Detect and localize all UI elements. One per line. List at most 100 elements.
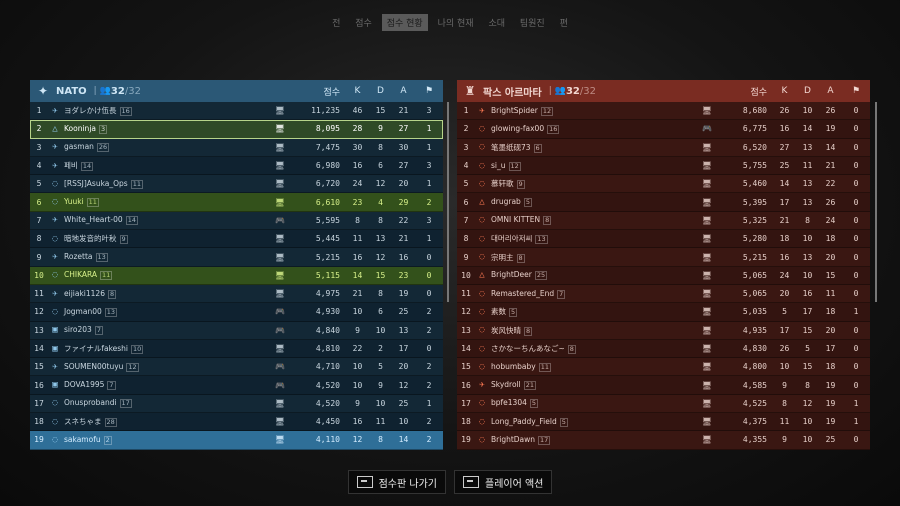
deaths-value: 15 [375,270,386,280]
assists-value: 13 [398,325,409,335]
kills-value: 14 [352,270,363,280]
player-row[interactable]: 5 ◌ 慕轩歌 9 🖥 5,460 14 13 22 0 [457,175,870,194]
exit-scoreboard-label: 점수판 나가기 [378,478,437,490]
rank-badge: 5 [509,308,518,318]
deaths-value: 11 [802,161,813,171]
player-row[interactable]: 9 ✈ Rozetta 13 🖥 5,215 16 12 16 0 [30,248,443,267]
player-row[interactable]: 9 ◌ 宗明主 8 🖥 5,215 16 13 20 0 [457,248,870,267]
deaths-value: 15 [802,362,813,372]
rank-number: 18 [461,417,471,427]
tab-0[interactable]: 전 [327,14,345,31]
exit-scoreboard-button[interactable]: 점수판 나가기 [347,470,446,494]
player-row[interactable]: 6 △ drugrab 5 🖥 5,395 17 13 26 0 [457,193,870,212]
player-row[interactable]: 10 △ BrightDeer 25 🖥 5,065 24 10 15 0 [457,266,870,285]
rank-number: 5 [463,179,469,189]
tab-5[interactable]: 팀원진 [515,14,550,31]
rank-number: 12 [461,307,471,317]
kills-value: 9 [355,325,360,335]
class-icon: ◌ [479,325,485,336]
player-row[interactable]: 7 ◌ OMNI KITTEN 8 🖥 5,325 21 8 24 0 [457,211,870,231]
player-name-cell: Skydroll 21 [489,380,697,391]
player-row[interactable]: 13 ◌ 炭风快晴 8 🖥 4,935 17 15 20 0 [457,321,870,340]
player-row[interactable]: 6 ◌ Yuuki 11 🖥 6,610 23 4 29 2 [30,193,443,212]
player-row[interactable]: 8 ◌ 대머리아저씨 13 🖥 5,280 18 10 18 0 [457,230,870,249]
player-row[interactable]: 3 ◌ 笔墨纸砚73 6 🖥 6,520 27 13 14 0 [457,138,870,157]
nato-scrollbar[interactable] [447,102,449,302]
class-icon: △ [52,123,58,134]
deaths-value: 10 [802,417,813,427]
player-row[interactable]: 19 ◌ sakamofu 2 🖥 4,110 12 8 14 2 [30,431,443,450]
rank-badge: 7 [107,381,116,391]
player-name-cell: 炭风快晴 8 [489,325,697,336]
pax-scrollbar[interactable] [875,102,877,302]
player-row[interactable]: 7 ✈ White_Heart-00 14 🎮 5,595 8 8 22 3 [30,211,443,231]
tab-6[interactable]: 편 [555,14,573,31]
player-name: glowing-fax00 [491,123,545,133]
kills-value: 28 [352,124,363,134]
player-row[interactable]: 12 ◌ 素数 5 🖥 5,035 5 17 18 1 [457,303,870,322]
rank-number: 13 [34,325,44,335]
player-row[interactable]: 15 ◌ hobumbaby 11 🖥 4,800 10 15 18 0 [457,358,870,377]
pc-icon: 🖥 [701,325,713,335]
player-name-cell: SOUMEN00tuyu 12 [62,362,270,372]
player-row[interactable]: 18 ◌ Long_Paddy_Field 5 🖥 4,375 11 10 19 1 [457,413,870,432]
pc-icon: 🖥 [274,270,286,280]
player-name: Onusprobandi [64,398,117,408]
player-row[interactable]: 14 ▣ ファイナルfakeshi 10 🖥 4,810 22 2 17 0 [30,339,443,359]
tab-3[interactable]: 나의 현재 [433,14,479,31]
class-icon: ◌ [479,178,485,189]
player-row[interactable]: 16 ▣ DOVA1995 7 🎮 4,520 10 9 12 2 [30,376,443,395]
player-row[interactable]: 4 ◌ si_u 12 🖥 5,755 25 11 21 0 [457,156,870,176]
deaths-value: 6 [378,307,383,317]
player-row[interactable]: 4 ✈ 페비 14 🖥 6,980 16 6 27 3 [30,156,443,176]
player-row[interactable]: 19 ◌ BrightDawn 17 🖥 4,355 9 10 25 0 [457,431,870,450]
kills-value: 17 [779,197,790,207]
player-row[interactable]: 16 ✈ Skydroll 21 🖥 4,585 9 8 19 0 [457,376,870,395]
flags-value: 0 [853,142,859,152]
player-row[interactable]: 15 ✈ SOUMEN00tuyu 12 🎮 4,710 10 5 20 2 [30,358,443,377]
player-row[interactable]: 8 ◌ 暗地发音的叶秋 9 🖥 5,445 11 13 21 1 [30,230,443,249]
class-icon: ◌ [479,398,485,409]
player-row[interactable]: 18 ◌ スネちゃま 28 🖥 4,450 16 11 10 2 [30,413,443,432]
rank-badge: 8 [107,289,117,299]
pc-icon: 🖥 [701,142,713,152]
player-name-cell: OMNI KITTEN 8 [489,215,697,226]
score-value: 8,680 [742,106,767,116]
tab-scoreboard[interactable]: 점수 현황 [381,14,428,31]
player-row[interactable]: 1 ✈ ヨダレかけ伍長 16 🖥 11,235 46 15 21 3 [30,102,443,121]
player-row[interactable]: 10 ◌ CHIKARA 11 🖥 5,115 14 15 23 0 [30,266,443,285]
score-value: 4,355 [742,435,767,445]
class-icon: ◌ [52,270,58,281]
player-row[interactable]: 5 ◌ [RSSJ]Asuka_Ops 11 🖥 6,720 24 12 20 1 [30,175,443,194]
player-row[interactable]: 2 ◌ glowing-fax00 16 🎮 6,775 16 14 19 0 [457,120,870,139]
player-name-cell: Kooninja 3 [62,124,270,134]
player-name-cell: sakamofu 2 [62,435,270,445]
assists-value: 26 [825,106,836,116]
player-actions-button[interactable]: 플레이어 액션 [454,470,553,494]
player-row[interactable]: 17 ◌ bpfe1304 5 🖥 4,525 8 12 19 1 [457,394,870,414]
score-value: 4,830 [742,344,767,353]
tab-1[interactable]: 점수 [350,14,377,31]
player-row[interactable]: 2 △ Kooninja 3 🖥 8,095 28 9 27 1 [30,120,443,139]
player-row[interactable]: 11 ✈ eijiaki1126 8 🖥 4,975 21 8 19 0 [30,284,443,304]
assists-value: 30 [398,142,409,152]
score-value: 6,720 [315,179,340,189]
player-row[interactable]: 14 ◌ さかなーちんあなご~ 8 🖥 4,830 26 5 17 0 [457,339,870,359]
player-row[interactable]: 12 ◌ Jogman00 13 🎮 4,930 10 6 25 2 [30,303,443,322]
pc-icon: 🖥 [274,398,286,408]
player-row[interactable]: 1 ✈ BrightSpider 12 🖥 8,680 26 10 26 0 [457,102,870,121]
rank-number: 9 [463,252,469,262]
class-icon: ◌ [52,178,58,189]
kills-value: 16 [352,252,363,262]
player-row[interactable]: 3 ✈ gasman 26 🖥 7,475 30 8 30 1 [30,138,443,157]
score-value: 6,775 [742,124,767,134]
player-row[interactable]: 17 ◌ Onusprobandi 17 🖥 4,520 9 10 25 1 [30,394,443,414]
kills-value: 10 [779,362,790,372]
deaths-value: 10 [802,106,813,116]
pc-icon: 🖥 [274,417,286,427]
player-row[interactable]: 13 ▣ siro203 7 🎮 4,840 9 10 13 2 [30,321,443,340]
class-icon: ◌ [479,361,485,372]
tab-4[interactable]: 소대 [483,14,510,31]
kills-value: 11 [352,234,363,244]
player-row[interactable]: 11 ◌ Remastered_End 7 🖥 5,065 20 16 11 0 [457,284,870,304]
